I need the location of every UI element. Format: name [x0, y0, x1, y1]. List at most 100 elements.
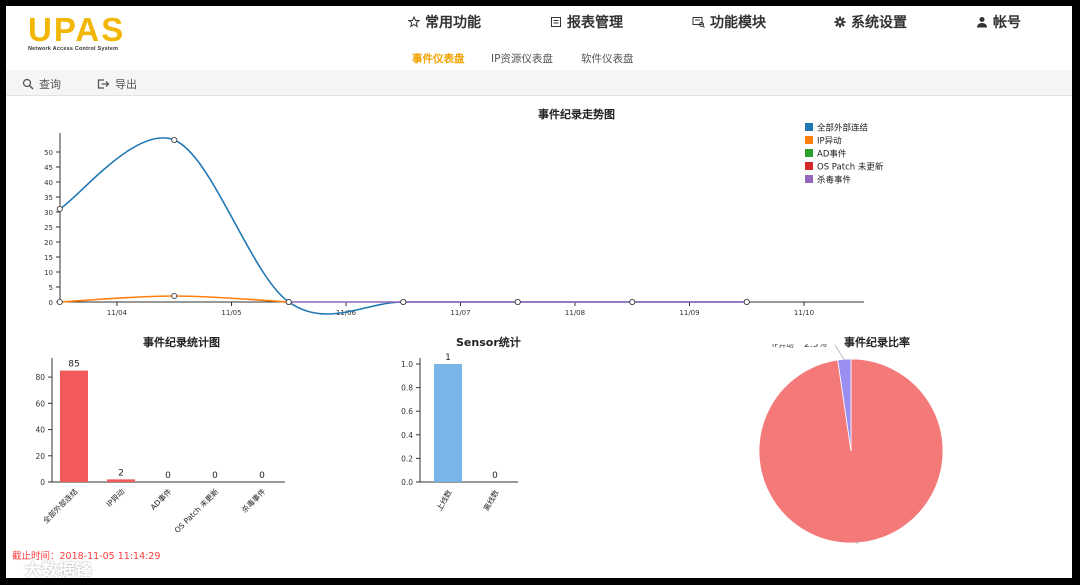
bar-value-label: 2 [118, 468, 124, 478]
pie-label: IP异动 [772, 344, 794, 349]
bar [107, 479, 135, 482]
data-point [56, 206, 63, 213]
y-tick-label: 30 [44, 209, 53, 217]
series-line [59, 137, 747, 315]
data-point [56, 298, 63, 305]
legend-label: 全部外部连结 [817, 123, 868, 134]
legend-label: IP异动 [817, 136, 842, 147]
y-tick-label: 0.8 [401, 384, 413, 393]
query-button[interactable]: 查询 [22, 76, 61, 92]
y-tick-label: 20 [35, 452, 45, 461]
event-stats-bar-chart: 02040608085全部外部连结2IP异动0AD事件0OS Patch 未更新… [35, 358, 285, 535]
event-trend-line-chart: 0510152025303540455011/04 11/05 11/06 11/07… [44, 123, 884, 318]
y-tick-label: 5 [49, 284, 53, 292]
logo-subtitle: Network Access Control System [28, 46, 119, 52]
nav-label: 常用功能 [425, 15, 481, 31]
user-icon [977, 17, 987, 28]
toolbar: 查询 导出 [6, 70, 1072, 96]
y-tick-label: 15 [44, 254, 53, 262]
bar-value-label: 0 [259, 471, 265, 481]
data-point [400, 298, 407, 305]
nav-report-management[interactable]: 报表管理 [550, 12, 623, 32]
leader-line [834, 344, 846, 362]
x-category-label: AD事件 [148, 486, 174, 512]
data-point [171, 137, 178, 144]
logo: UPAS [28, 11, 126, 48]
legend-swatch [805, 123, 813, 131]
nav-common-functions[interactable]: 常用功能 [408, 12, 481, 32]
nav-system-settings[interactable]: 系统设置 [834, 12, 907, 32]
y-tick-label: 50 [44, 149, 53, 157]
nav-account[interactable]: 帐号 [976, 12, 1021, 32]
star-icon [408, 16, 420, 28]
data-point [285, 298, 292, 305]
bar-value-label: 0 [492, 471, 498, 481]
y-tick-label: 0.6 [401, 407, 413, 416]
module-icon [692, 17, 705, 28]
y-tick-label: 0.0 [401, 478, 413, 487]
app-window: UPAS Network Access Control System 常用功能 … [6, 6, 1072, 578]
x-category-label: OS Patch 未更新 [172, 486, 221, 535]
legend-label: 杀毒事件 [817, 175, 852, 186]
x-category-label: 全部外部连结 [41, 486, 80, 525]
x-tick-label: 11/07 [450, 309, 470, 317]
legend-swatch [805, 149, 813, 157]
export-label: 导出 [115, 78, 137, 91]
x-category-label: 离线数 [481, 488, 501, 513]
y-tick-label: 0.2 [401, 454, 413, 463]
legend-label: AD事件 [817, 149, 847, 160]
bar-value-label: 85 [68, 360, 79, 370]
y-tick-label: 60 [35, 399, 45, 408]
nav-label: 报表管理 [567, 15, 623, 31]
tab-ip-resource-dashboard[interactable]: IP资源仪表盘 [491, 51, 553, 66]
x-tick-label: 11/05 [221, 309, 241, 317]
data-point [629, 298, 636, 305]
bar-value-label: 0 [212, 471, 218, 481]
y-tick-label: 35 [44, 194, 53, 202]
x-tick-label: 11/04 [107, 309, 128, 317]
y-tick-label: 0 [40, 478, 45, 487]
export-icon [97, 79, 110, 89]
y-tick-label: 20 [44, 239, 53, 247]
gear-icon [834, 16, 846, 28]
export-button[interactable]: 导出 [97, 76, 137, 92]
y-tick-label: 40 [35, 426, 45, 435]
tab-event-dashboard[interactable]: 事件仪表盘 [412, 51, 465, 66]
bar-value-label: 1 [445, 353, 451, 363]
report-icon [551, 17, 561, 27]
x-category-label: IP异动 [104, 486, 127, 509]
bar [60, 370, 88, 482]
y-tick-label: 1.0 [401, 360, 413, 369]
x-category-label: 杀毒事件 [239, 486, 268, 515]
x-tick-label: 11/10 [794, 309, 814, 317]
legend-swatch [805, 136, 813, 144]
x-tick-label: 11/08 [565, 309, 585, 317]
pie-percent-label: 2.3% [804, 344, 827, 350]
tab-software-dashboard[interactable]: 软件仪表盘 [581, 51, 634, 66]
bar [434, 364, 462, 482]
x-tick-label: 11/09 [679, 309, 699, 317]
y-tick-label: 25 [44, 224, 53, 232]
legend-swatch [805, 175, 813, 183]
sensor-stats-bar-chart: 0.0 0.2 0.4 0.6 0.8 1.0 1 上线数 0 离线数 [401, 353, 518, 513]
x-category-label: 上线数 [434, 488, 454, 513]
data-point [743, 298, 750, 305]
nav-label: 功能模块 [710, 15, 766, 31]
nav-label: 帐号 [993, 15, 1021, 31]
event-ratio-pie-chart: IP异动2.3%全部外部连结97.7% [758, 344, 944, 544]
y-tick-label: 10 [44, 269, 53, 277]
data-point [514, 298, 521, 305]
y-tick-label: 45 [44, 164, 53, 172]
y-tick-label: 40 [44, 179, 53, 187]
data-point [171, 292, 178, 299]
nav-function-modules[interactable]: 功能模块 [692, 12, 766, 32]
y-tick-label: 0 [49, 299, 53, 307]
y-tick-label: 80 [35, 373, 45, 382]
nav-label: 系统设置 [851, 15, 907, 31]
search-icon [22, 78, 34, 90]
watermark: 大数据锋 [24, 561, 92, 578]
legend-label: OS Patch 未更新 [817, 162, 884, 173]
y-tick-label: 0.4 [401, 431, 413, 440]
bar-value-label: 0 [165, 471, 171, 481]
legend-swatch [805, 162, 813, 170]
